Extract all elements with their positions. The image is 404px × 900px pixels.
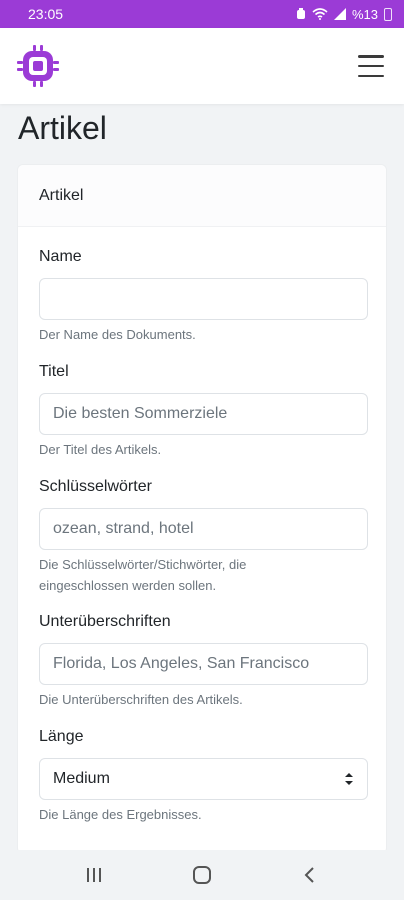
system-nav-bar bbox=[0, 850, 404, 900]
back-icon[interactable] bbox=[290, 855, 330, 895]
length-selected-value: Medium bbox=[53, 770, 110, 787]
field-subheadings: Unterüberschriften Die Unterüberschrifte… bbox=[39, 612, 368, 711]
select-arrows-icon bbox=[345, 773, 353, 785]
home-icon[interactable] bbox=[182, 855, 222, 895]
alarm-icon bbox=[296, 8, 305, 19]
status-time: 23:05 bbox=[28, 6, 64, 22]
battery-icon bbox=[384, 7, 392, 21]
battery-percent: %13 bbox=[351, 6, 378, 22]
subheadings-label: Unterüberschriften bbox=[39, 613, 171, 630]
card-body: Name Der Name des Dokuments. Titel Der T… bbox=[18, 227, 386, 826]
length-label: Länge bbox=[39, 728, 84, 745]
subheadings-input[interactable] bbox=[39, 643, 368, 685]
field-keywords: Schlüsselwörter Die Schlüsselwörter/Stic… bbox=[39, 477, 368, 597]
card-header: Artikel bbox=[18, 165, 386, 227]
field-length: Länge Medium Die Länge des Ergebnisses. bbox=[39, 727, 368, 826]
length-select[interactable]: Medium bbox=[39, 758, 368, 800]
keywords-help-line1: Die Schlüsselwörter/Stichwörter, die bbox=[39, 557, 247, 572]
status-icons: %13 bbox=[296, 7, 392, 22]
title-input[interactable] bbox=[39, 393, 368, 435]
name-label: Name bbox=[39, 248, 82, 265]
page-title: Artikel bbox=[18, 110, 107, 146]
status-bar: 23:05 %13 bbox=[0, 0, 404, 28]
keywords-label: Schlüsselwörter bbox=[39, 478, 152, 495]
name-input[interactable] bbox=[39, 278, 368, 320]
recent-apps-icon[interactable] bbox=[74, 855, 114, 895]
wifi-icon bbox=[312, 8, 328, 20]
field-name: Name Der Name des Dokuments. bbox=[39, 247, 368, 346]
app-header bbox=[0, 28, 404, 104]
hamburger-menu-icon[interactable] bbox=[358, 55, 384, 77]
chip-logo-icon[interactable] bbox=[16, 44, 60, 88]
keywords-help-line2: eingeschlossen werden sollen. bbox=[39, 578, 217, 593]
article-form-card: Artikel Name Der Name des Dokuments. Tit… bbox=[17, 164, 387, 854]
field-title: Titel Der Titel des Artikels. bbox=[39, 362, 368, 461]
title-label: Titel bbox=[39, 363, 69, 380]
title-help: Der Titel des Artikels. bbox=[39, 442, 162, 457]
subheadings-help: Die Unterüberschriften des Artikels. bbox=[39, 692, 243, 707]
name-help: Der Name des Dokuments. bbox=[39, 327, 196, 342]
keywords-help: Die Schlüsselwörter/Stichwörter, die ein… bbox=[39, 554, 365, 597]
signal-icon bbox=[333, 8, 346, 20]
length-help: Die Länge des Ergebnisses. bbox=[39, 807, 202, 822]
keywords-input[interactable] bbox=[39, 508, 368, 550]
